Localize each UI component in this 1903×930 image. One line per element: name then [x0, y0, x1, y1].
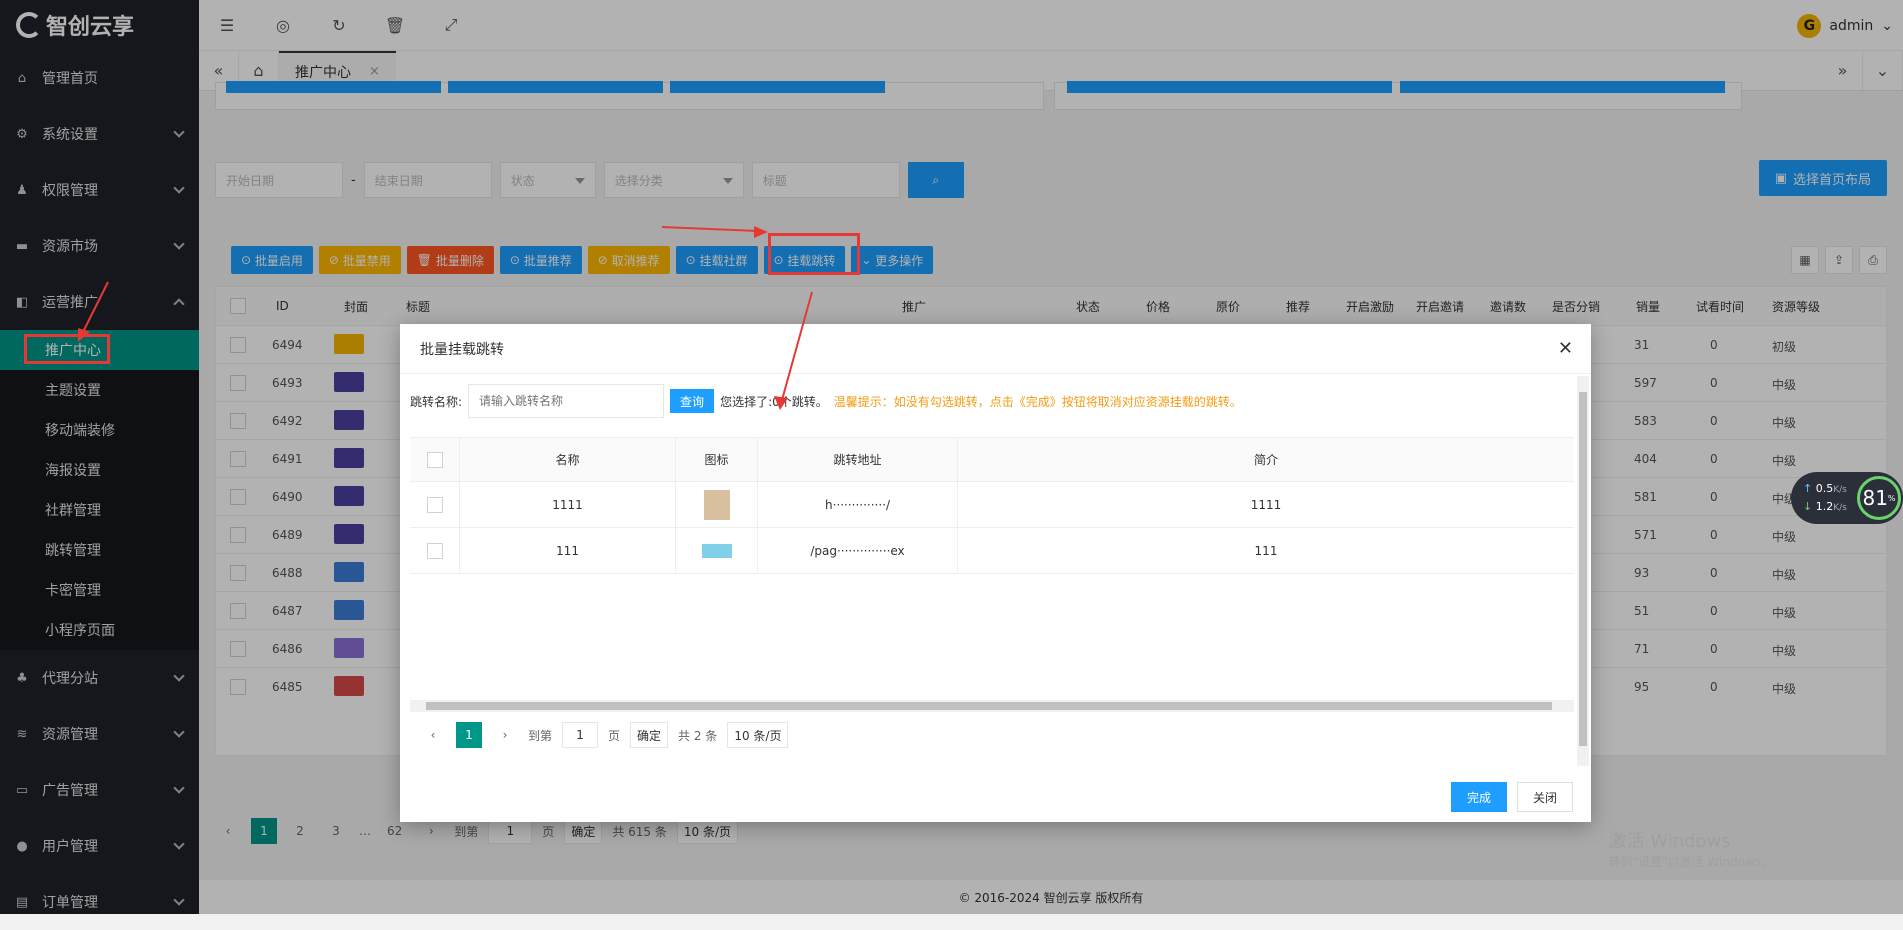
tip-text: 温馨提示：如没有勾选跳转，点击《完成》按钮将取消对应资源挂载的跳转。	[833, 394, 1242, 409]
cpu-gauge: 81%	[1857, 476, 1901, 520]
select-all-checkbox[interactable]	[426, 451, 443, 468]
highlight-box	[768, 233, 860, 275]
highlight-box	[24, 334, 110, 364]
modal-footer: 完成 关闭	[1450, 782, 1573, 812]
redirect-name-input[interactable]	[468, 384, 665, 418]
network-monitor: ↑ 0.5K/s ↓ 1.2K/s 81%	[1791, 472, 1903, 524]
close-button[interactable]: 关闭	[1516, 782, 1573, 812]
horizontal-scrollbar[interactable]	[410, 700, 1574, 712]
table-header: 名称 图标 跳转地址 简介	[410, 438, 1574, 482]
query-button[interactable]: 查询	[670, 389, 715, 413]
done-button[interactable]: 完成	[1450, 782, 1507, 812]
goto-confirm-button[interactable]: 确定	[630, 722, 669, 748]
vertical-scrollbar[interactable]	[1577, 376, 1589, 766]
modal-pagination: ‹ 1 › 到第 1 页 确定 共 2 条 10 条/页	[420, 722, 789, 748]
table-row[interactable]: 1111 h··············/ 1111	[410, 482, 1574, 528]
row-checkbox[interactable]	[426, 542, 443, 559]
modal-search: 跳转名称: 查询 您选择了:0个跳转。 温馨提示：如没有勾选跳转，点击《完成》按…	[410, 384, 1242, 418]
page-1[interactable]: 1	[456, 722, 482, 748]
close-icon[interactable]: ✕	[1558, 338, 1573, 359]
goto-page-input[interactable]: 1	[562, 722, 599, 748]
next-page-icon[interactable]: ›	[492, 722, 518, 748]
prev-page-icon[interactable]: ‹	[420, 722, 446, 748]
table-row[interactable]: 111 /pag··············ex 111	[410, 528, 1574, 574]
modal-title: 批量挂载跳转	[400, 324, 1591, 374]
row-checkbox[interactable]	[426, 496, 443, 513]
windows-watermark: 激活 Windows 转到"设置"以激活 Windows。	[1608, 831, 1773, 869]
page-size-select[interactable]: 10 条/页	[727, 722, 789, 748]
upload-arrow-icon: ↑	[1803, 482, 1813, 495]
selected-count: 您选择了:0个跳转。	[720, 394, 828, 409]
redirect-thumbnail	[701, 543, 732, 558]
redirect-thumbnail	[703, 489, 730, 520]
redirect-table: 名称 图标 跳转地址 简介 1111 h··············/ 1111…	[410, 437, 1574, 697]
download-arrow-icon: ↓	[1803, 500, 1813, 513]
batch-redirect-modal: 批量挂载跳转 ✕ 跳转名称: 查询 您选择了:0个跳转。 温馨提示：如没有勾选跳…	[400, 324, 1591, 822]
